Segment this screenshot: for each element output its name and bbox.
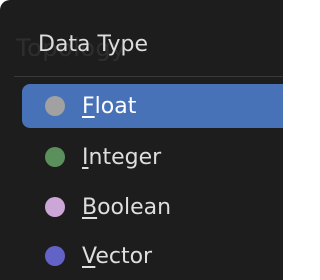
data-type-menu: Topology Data Type Float Integer Boolean… [0,0,283,280]
menu-item-boolean[interactable]: Boolean [22,185,283,229]
vector-socket-icon [45,246,65,266]
menu-item-label: Float [82,93,137,119]
menu-item-label: Integer [82,144,162,170]
menu-header: Data Type [38,32,149,57]
menu-item-label: Boolean [82,194,172,220]
menu-item-integer[interactable]: Integer [22,135,283,179]
float-socket-icon [45,96,65,116]
integer-socket-icon [45,147,65,167]
menu-item-vector[interactable]: Vector [22,234,283,278]
menu-separator [14,76,283,77]
boolean-socket-icon [45,197,65,217]
menu-item-float[interactable]: Float [22,84,283,128]
menu-item-label: Vector [82,243,153,269]
